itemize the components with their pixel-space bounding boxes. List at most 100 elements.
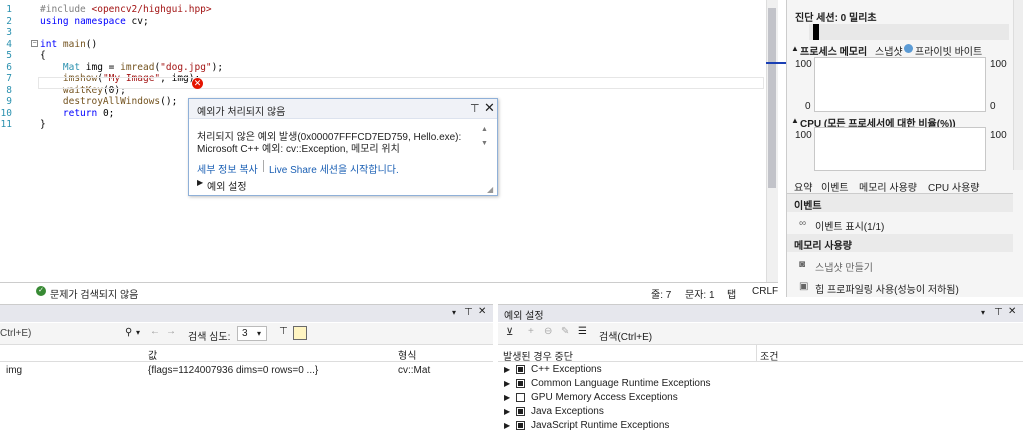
locals-panel-title-bar: ▾ ⊤ ✕ [0, 305, 493, 322]
pin-icon[interactable]: ⊤ [464, 307, 473, 318]
error-glyph-icon[interactable]: ✕ [192, 78, 203, 89]
list-icon[interactable]: ☰ [578, 326, 587, 337]
list-item[interactable]: ▶ JavaScript Runtime Exceptions [498, 419, 1023, 433]
search-depth-select[interactable]: 3 ▾ [237, 326, 267, 341]
expand-arrow-icon[interactable]: ▶ [504, 365, 510, 374]
add-icon[interactable]: + [528, 326, 534, 337]
exception-title: 예외가 처리되지 않음 [197, 107, 286, 118]
exception-settings-panel: 예외 설정 ▾ ⊤ ✕ ⊻ + ⊖ ✎ ☰ 검색(Ctrl+E) 발생된 경우 … [498, 304, 1023, 443]
code-line[interactable]: { [40, 50, 46, 61]
exception-checkbox[interactable] [516, 379, 525, 388]
splitter-marker [766, 62, 786, 64]
fold-toggle-icon[interactable]: − [31, 39, 38, 47]
pin-icon[interactable]: ⊤ [470, 102, 480, 115]
tab-summary[interactable]: 요약 [794, 179, 812, 194]
code-line[interactable]: Mat img = imread("dog.jpg"); [40, 62, 223, 73]
tab-cpu-usage[interactable]: CPU 사용량 [928, 179, 980, 194]
resize-grip-icon[interactable]: ◢ [487, 185, 493, 194]
scroll-up-icon[interactable]: ▲ [481, 126, 488, 133]
timeline-ruler[interactable] [809, 24, 1009, 40]
collapse-arrow-icon[interactable]: ▲ [791, 116, 799, 125]
tab-events[interactable]: 이벤트 [821, 179, 849, 194]
memory-section-title: 프로세스 메모리 [800, 47, 868, 58]
tab-indicator[interactable]: 탭 [727, 286, 736, 301]
exception-header-row: 발생된 경우 중단 조건 [498, 345, 1023, 363]
events-icon: ∞ [799, 218, 807, 229]
close-icon[interactable]: ✕ [1008, 306, 1016, 317]
exception-checkbox[interactable] [516, 393, 525, 402]
code-line[interactable]: #include <opencv2/highgui.hpp> [40, 4, 212, 15]
editor-status-bar: ✓ 문제가 검색되지 않음 줄: 7 문자: 1 탭 CRLF [0, 282, 778, 301]
exception-checkbox[interactable] [516, 407, 525, 416]
line-number: 1 [6, 4, 12, 15]
line-number: 2 [6, 15, 12, 27]
table-row[interactable]: img {flags=1124007936 dims=0 rows=0 ...}… [0, 362, 493, 379]
locals-panel: ▾ ⊤ ✕ Ctrl+E) ⚲ ▾ ← → 검색 심도: 3 ▾ ⊤ 값 형식 … [0, 304, 493, 443]
expand-arrow-icon[interactable]: ▶ [197, 178, 203, 187]
column-condition[interactable]: 조건 [760, 348, 778, 363]
exception-settings-label[interactable]: 예외 설정 [207, 178, 247, 193]
pin-icon[interactable]: ⊤ [994, 307, 1003, 318]
variable-type: cv::Mat [398, 365, 431, 376]
list-item[interactable]: ▶ Common Language Runtime Exceptions [498, 377, 1023, 391]
forward-arrow-icon[interactable]: → [166, 326, 176, 337]
search-depth-value: 3 [242, 328, 248, 339]
issues-status[interactable]: 문제가 검색되지 않음 [50, 286, 138, 301]
locals-search-input[interactable]: Ctrl+E) [0, 328, 31, 339]
list-item[interactable]: ▶ GPU Memory Access Exceptions [498, 391, 1023, 405]
scroll-down-icon[interactable]: ▼ [481, 140, 488, 147]
edit-icon[interactable]: ✎ [561, 326, 569, 337]
remove-icon[interactable]: ⊖ [544, 326, 552, 337]
search-dropdown-icon[interactable]: ▾ [136, 328, 140, 337]
dropdown-icon[interactable]: ▾ [981, 308, 985, 317]
list-item[interactable]: ▶ Java Exceptions [498, 405, 1023, 419]
column-divider [756, 345, 757, 362]
exception-search-input[interactable]: 검색(Ctrl+E) [599, 328, 652, 343]
copy-details-link[interactable]: 세부 정보 복사 [197, 161, 258, 176]
expand-arrow-icon[interactable]: ▶ [504, 379, 510, 388]
diag-scrollbar[interactable] [1013, 0, 1023, 170]
check-icon: ✓ [36, 286, 46, 296]
exception-settings-title-bar: 예외 설정 ▾ ⊤ ✕ [498, 305, 1023, 322]
live-share-link[interactable]: Live Share 세션을 시작합니다. [269, 161, 399, 176]
exception-message-line2: Microsoft C++ 예외: cv::Exception, 메모리 위치 [197, 144, 400, 155]
code-line[interactable]: using namespace cv; [40, 16, 149, 27]
code-line[interactable]: destroyAllWindows(); [40, 96, 177, 107]
expand-arrow-icon[interactable]: ▶ [504, 421, 510, 430]
collapse-arrow-icon[interactable]: ▲ [791, 44, 799, 53]
list-item[interactable]: ▶ C++ Exceptions [498, 363, 1023, 377]
exception-checkbox[interactable] [516, 365, 525, 374]
cpu-axis-max-right: 100 [990, 130, 1007, 141]
show-events-link[interactable]: 이벤트 표시(1/1) [815, 218, 884, 233]
close-icon[interactable]: ✕ [484, 100, 495, 116]
editor-scroll-thumb[interactable] [768, 8, 776, 188]
exception-checkbox[interactable] [516, 421, 525, 430]
line-indicator[interactable]: 줄: 7 [651, 286, 671, 301]
exception-popup: 예외가 처리되지 않음 ⊤ ✕ 처리되지 않은 예외 발생(0x00007FFF… [188, 98, 498, 196]
close-icon[interactable]: ✕ [478, 306, 486, 317]
variable-value: {flags=1124007936 dims=0 rows=0 ...} [148, 365, 319, 376]
column-value[interactable]: 값 [148, 347, 157, 362]
eol-indicator[interactable]: CRLF [752, 286, 778, 297]
code-line[interactable]: int main() [40, 39, 97, 50]
heap-profiling-toggle[interactable]: 힙 프로파일링 사용(성능이 저하됨) [815, 281, 959, 296]
diag-tabs: 요약 이벤트 메모리 사용량 CPU 사용량 [787, 174, 1013, 194]
tab-memory-usage[interactable]: 메모리 사용량 [859, 179, 917, 194]
column-indicator[interactable]: 문자: 1 [685, 286, 715, 301]
search-icon[interactable]: ⚲ [125, 327, 132, 338]
pin-icon[interactable]: ⊤ [279, 326, 288, 337]
take-snapshot-button[interactable]: 스냅샷 만들기 [815, 259, 873, 274]
filter-icon[interactable]: ⊻ [506, 327, 513, 338]
dropdown-icon[interactable]: ▾ [452, 308, 456, 317]
code-line[interactable]: } [40, 119, 46, 130]
hex-display-icon[interactable] [293, 326, 307, 340]
locals-header-row: 값 형식 [0, 345, 493, 362]
column-break-when-thrown[interactable]: 발생된 경우 중단 [503, 348, 573, 363]
code-line[interactable]: return 0; [40, 108, 115, 119]
column-type[interactable]: 형식 [398, 347, 416, 362]
back-arrow-icon[interactable]: ← [150, 326, 160, 337]
heap-icon: ▣ [799, 281, 809, 292]
expand-arrow-icon[interactable]: ▶ [504, 407, 510, 416]
expand-arrow-icon[interactable]: ▶ [504, 393, 510, 402]
timeline-cursor[interactable] [813, 24, 819, 40]
